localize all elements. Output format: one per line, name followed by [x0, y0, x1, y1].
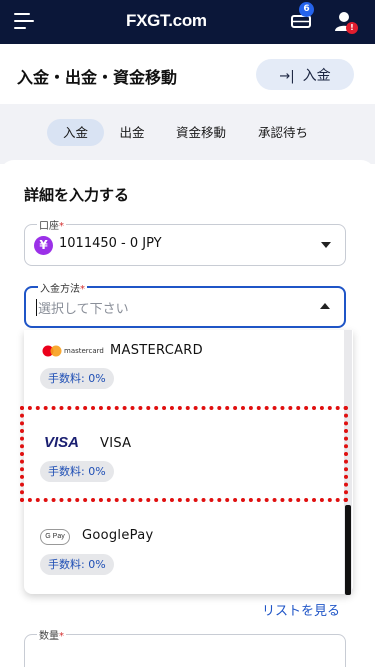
option-mastercard[interactable]: mastercard MASTERCARD 手数料: 0%	[24, 330, 344, 408]
deposit-button-label: 入金	[302, 67, 331, 84]
tab-withdraw[interactable]: 出金	[112, 119, 152, 146]
chevron-down-icon[interactable]	[321, 242, 331, 248]
option-name: MASTERCARD	[110, 343, 203, 358]
yen-currency-icon: ¥	[34, 236, 53, 255]
view-list-link[interactable]: リストを見る	[262, 600, 340, 619]
account-label: 口座*	[37, 217, 66, 232]
page-title: 入金・出金・資金移動	[17, 68, 178, 87]
deposit-method-label: 入金方法*	[38, 280, 87, 295]
account-alert-badge: !	[346, 22, 358, 34]
google-pay-logo-icon: G Pay	[40, 529, 70, 545]
quantity-label: 数量*	[37, 627, 66, 642]
tab-deposit[interactable]: 入金	[47, 119, 104, 146]
mastercard-logo-text: mastercard	[64, 347, 104, 355]
option-googlepay[interactable]: G Pay GooglePay 手数料: 0%	[24, 512, 344, 592]
page-header: 入金・出金・資金移動 →| 入金	[0, 44, 375, 104]
deposit-button[interactable]: →| 入金	[256, 59, 354, 90]
option-name: GooglePay	[82, 528, 154, 543]
section-title: 詳細を入力する	[24, 186, 130, 204]
notification-count-badge: 6	[299, 2, 314, 17]
chevron-up-icon[interactable]	[320, 303, 330, 309]
visa-highlight-box	[20, 406, 348, 502]
hamburger-menu-icon[interactable]	[14, 11, 36, 31]
account-select[interactable]: 口座* ¥ 1011450 - 0 JPY	[24, 217, 346, 266]
top-navigation-bar: FXGT.com 6 !	[0, 0, 375, 44]
dropdown-scrollbar-thumb[interactable]	[345, 505, 351, 595]
funds-tabs: 入金 出金 資金移動 承認待ち	[0, 104, 375, 164]
mastercard-logo-icon	[42, 345, 62, 357]
deposit-method-placeholder: 選択して下さい	[38, 302, 129, 317]
text-cursor	[36, 299, 37, 316]
quantity-field[interactable]: 数量*	[24, 627, 346, 667]
tab-pending-approval[interactable]: 承認待ち	[250, 119, 316, 146]
fee-badge: 手数料: 0%	[40, 554, 114, 575]
account-value: 1011450 - 0 JPY	[59, 236, 162, 251]
fee-badge: 手数料: 0%	[40, 368, 114, 389]
tab-transfer[interactable]: 資金移動	[168, 119, 234, 146]
deposit-method-select[interactable]: 入金方法* 選択して下さい	[24, 280, 346, 328]
fxgt-logo[interactable]: FXGT.com	[126, 11, 207, 31]
login-arrow-icon: →|	[279, 68, 295, 84]
